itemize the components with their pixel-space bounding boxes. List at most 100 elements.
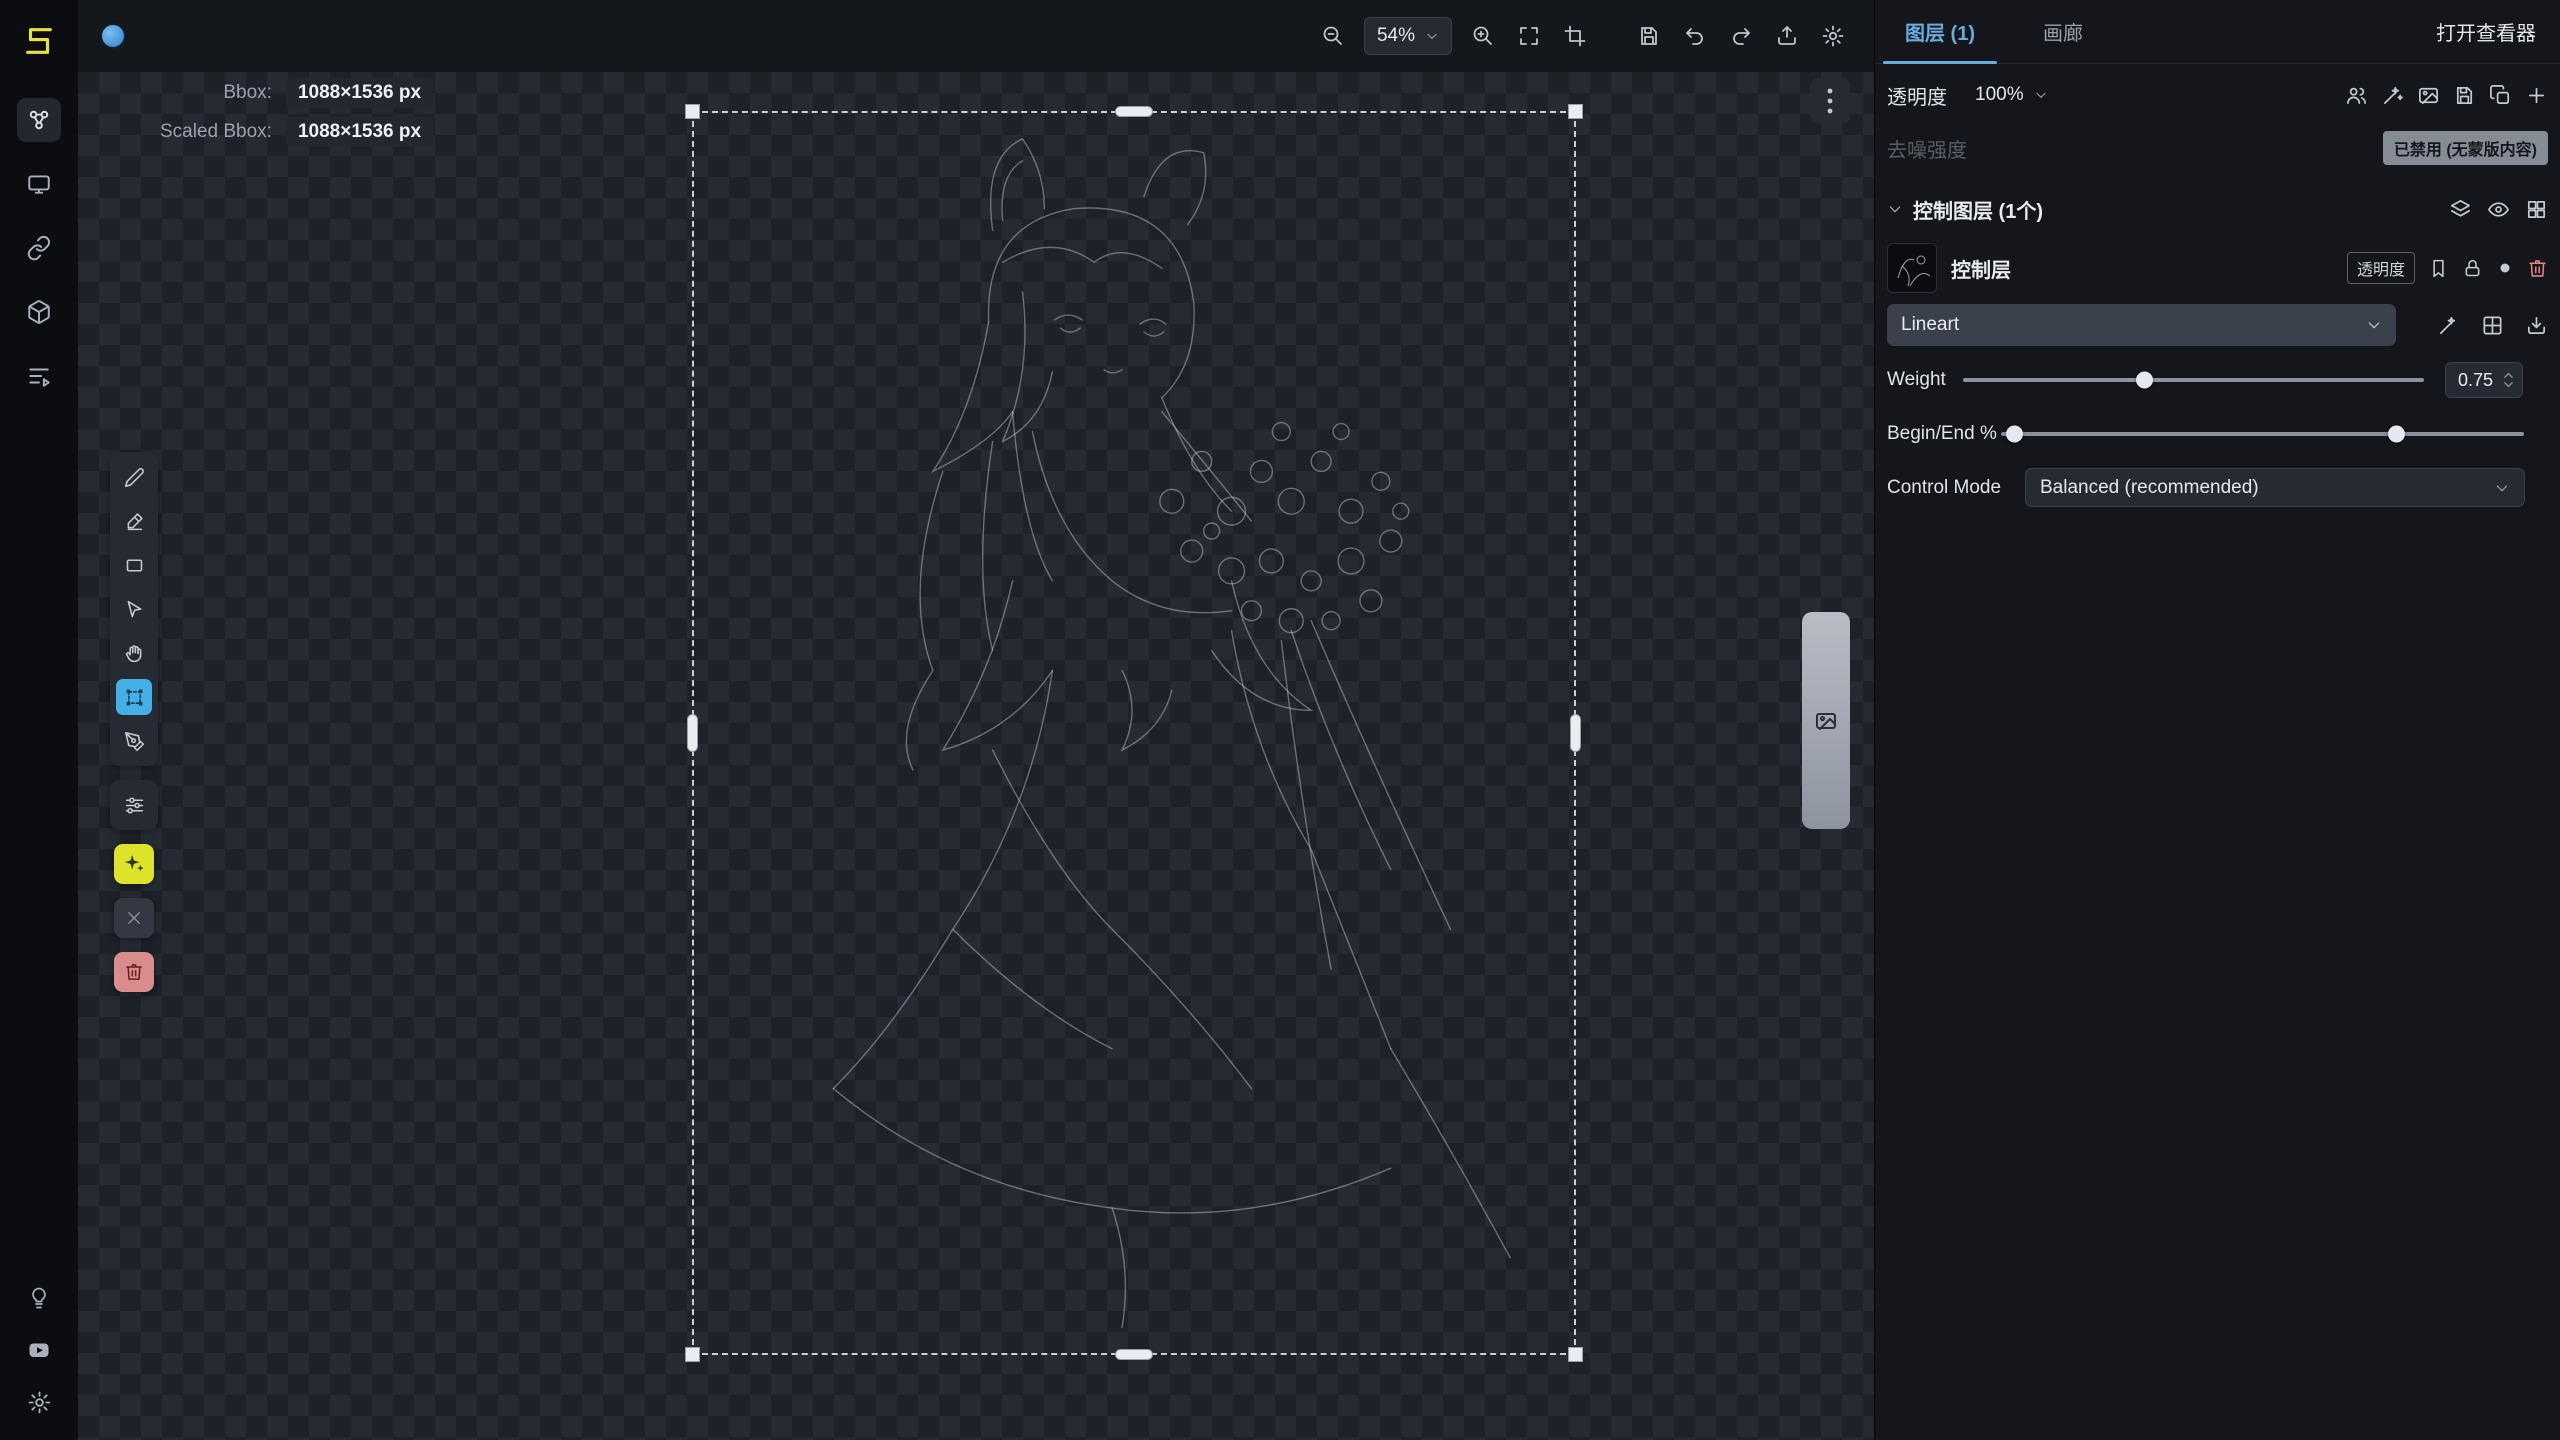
weight-stepper[interactable] [2503,371,2514,389]
sidebar-item-video[interactable] [19,1330,59,1370]
redo-button[interactable] [1722,17,1760,55]
bbox-label: Bbox: [160,82,272,104]
preview-mask-button[interactable] [2481,314,2504,337]
selection-handle-bottom-right[interactable] [1568,1347,1583,1362]
cancel-button[interactable] [114,898,154,938]
begin-end-slider-track[interactable] [2001,432,2524,436]
import-image-button[interactable] [2525,314,2548,337]
right-panel: 图层 (1) 画廊 打开查看器 透明度 100% [1874,0,2560,1440]
control-mode-label: Control Mode [1887,477,2001,499]
open-viewer-link[interactable]: 打开查看器 [2436,17,2536,46]
control-type-value: Lineart [1901,314,1959,336]
weight-slider-track[interactable] [1963,378,2424,382]
undo-button[interactable] [1676,17,1714,55]
status-dot[interactable] [100,23,126,49]
pen-tool[interactable] [116,723,152,759]
app-logo[interactable] [22,24,56,58]
duplicate-button[interactable] [2489,84,2512,107]
zoom-in-button[interactable] [1464,17,1502,55]
weight-input[interactable]: 0.75 [2445,362,2523,398]
control-mode-select[interactable]: Balanced (recommended) [2025,468,2525,507]
grid-icon [2525,198,2548,221]
export-button[interactable] [1768,17,1806,55]
delete-button[interactable] [114,952,154,992]
gear-icon [1821,24,1845,48]
selection-handle-bottom-left[interactable] [685,1347,700,1362]
lock-layer-button[interactable] [2462,258,2483,279]
sidebar-item-help[interactable] [19,1278,59,1318]
layer-thumbnail-art [1888,244,1937,293]
selection-handle-bottom[interactable] [1115,1349,1153,1360]
control-layer-item[interactable]: 控制层 透明度 [1887,240,2548,296]
gear-icon [27,1390,52,1415]
layer-opacity-badge[interactable]: 透明度 [2347,252,2415,284]
begin-slider-handle[interactable] [2006,426,2023,443]
undo-icon [1683,24,1707,48]
model-actions [2437,314,2548,337]
fit-view-button[interactable] [1510,17,1548,55]
tab-gallery-label: 画廊 [2043,17,2083,46]
cube-icon [26,299,52,325]
control-type-select[interactable]: Lineart [1887,304,2396,346]
select-tool[interactable] [116,591,152,627]
layer-thumbnail[interactable] [1887,243,1937,293]
opacity-select[interactable]: 100% [1965,78,2058,112]
opacity-label: 透明度 [1887,81,1947,110]
canvas-toolbar [110,452,158,992]
selection-handle-left[interactable] [687,714,698,752]
zoom-out-button[interactable] [1314,17,1352,55]
side-drawer-handle[interactable] [1802,612,1850,829]
selection-handle-top[interactable] [1115,106,1153,117]
sidebar-item-models[interactable] [17,290,61,334]
tab-gallery[interactable]: 画廊 [2037,0,2089,63]
stack-layers-button[interactable] [2449,198,2472,221]
weight-slider-handle[interactable] [2136,372,2153,389]
selection-handle-top-left[interactable] [685,104,700,119]
sidebar-item-link[interactable] [17,226,61,270]
redo-icon [1729,24,1753,48]
transform-tool[interactable] [116,679,152,715]
brush-icon [124,467,145,488]
pan-tool[interactable] [116,635,152,671]
panel-tabs: 图层 (1) 画廊 打开查看器 [1875,0,2560,64]
weight-label: Weight [1887,369,1946,391]
merge-users-button[interactable] [2345,84,2368,107]
wand-icon [2381,84,2404,107]
preprocess-button[interactable] [2437,314,2460,337]
more-options-button[interactable] [1810,78,1850,124]
weight-row: Weight 0.75 [1887,360,2548,400]
selection-handle-right[interactable] [1570,714,1581,752]
sidebar-item-queue[interactable] [17,354,61,398]
save-button[interactable] [1630,17,1668,55]
end-slider-handle[interactable] [2388,426,2405,443]
adjust-tool[interactable] [116,787,152,823]
grid-view-button[interactable] [2525,198,2548,221]
topbar-controls: 54% [1314,17,1852,55]
crop-button[interactable] [1556,17,1594,55]
sidebar-item-screen[interactable] [17,162,61,206]
brush-tool[interactable] [116,459,152,495]
zoom-level-select[interactable]: 54% [1364,17,1452,55]
plus-icon [2525,84,2548,107]
generate-button[interactable] [114,844,154,884]
add-layer-button[interactable] [2525,84,2548,107]
control-layers-header[interactable]: 控制图层 (1个) [1887,190,2548,228]
app-window: 54% [0,0,2560,1440]
eraser-tool[interactable] [116,503,152,539]
image-button[interactable] [2417,84,2440,107]
delete-layer-button[interactable] [2527,258,2548,279]
sidebar-item-canvas[interactable] [17,98,61,142]
save-layer-button[interactable] [2453,84,2476,107]
tab-layers[interactable]: 图层 (1) [1899,0,1981,63]
selection-bbox[interactable] [692,111,1576,1355]
image-icon [2417,84,2440,107]
sidebar-item-settings[interactable] [19,1382,59,1422]
selection-handle-top-right[interactable] [1568,104,1583,119]
toggle-visibility-button[interactable] [2487,198,2510,221]
solo-layer-button[interactable] [2496,259,2514,277]
rectangle-tool[interactable] [116,547,152,583]
canvas-settings-button[interactable] [1814,17,1852,55]
grid-frame-icon [2481,314,2504,337]
wand-button[interactable] [2381,84,2404,107]
bookmark-layer-button[interactable] [2428,258,2449,279]
